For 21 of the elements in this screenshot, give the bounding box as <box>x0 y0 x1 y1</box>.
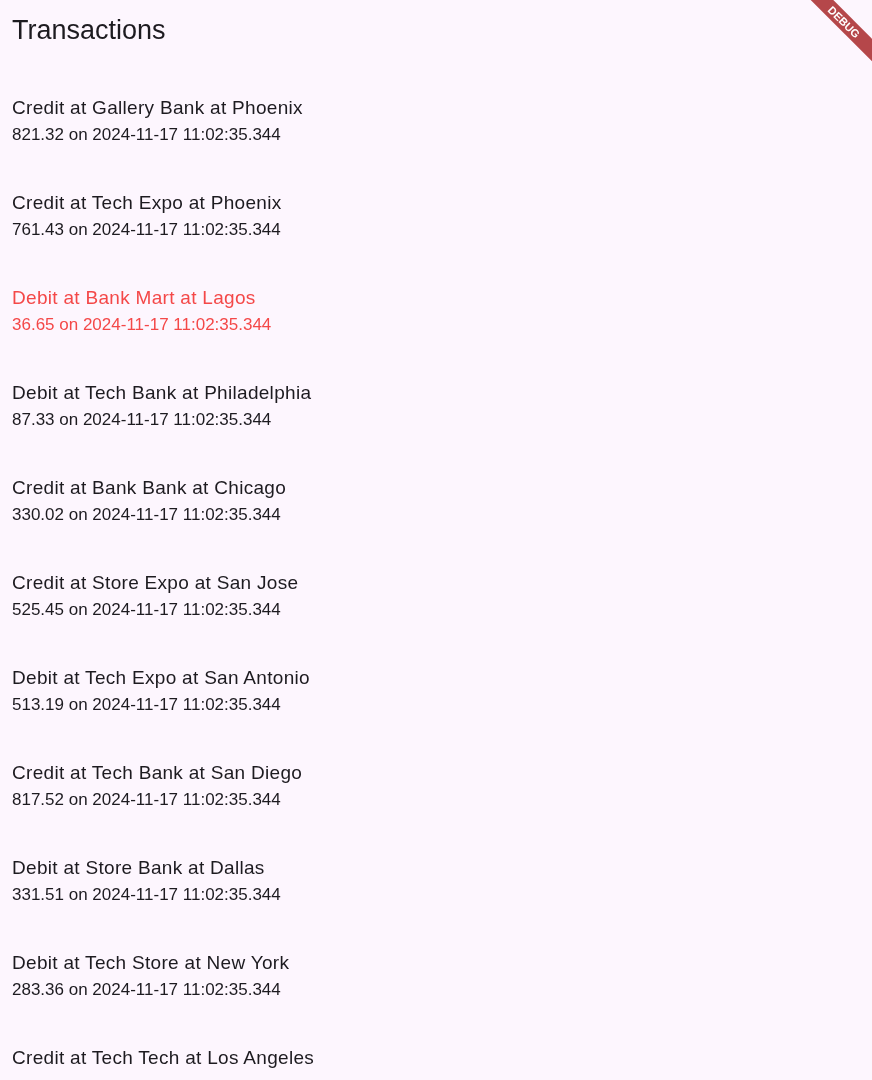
transaction-subtitle: 36.65 on 2024-11-17 11:02:35.344 <box>12 314 272 336</box>
transaction-subtitle: 821.32 on 2024-11-17 11:02:35.344 <box>12 124 281 146</box>
transaction-subtitle: 331.51 on 2024-11-17 11:02:35.344 <box>12 884 281 906</box>
transaction-subtitle: 513.19 on 2024-11-17 11:02:35.344 <box>12 694 281 716</box>
transaction-subtitle: 330.02 on 2024-11-17 11:02:35.344 <box>12 504 281 526</box>
app-bar-title: Transactions <box>12 14 166 47</box>
transaction-subtitle: 87.33 on 2024-11-17 11:02:35.344 <box>12 409 272 431</box>
transaction-title[interactable]: Credit at Gallery Bank at Phoenix <box>12 94 303 122</box>
transaction-title[interactable]: Debit at Tech Bank at Philadelphia <box>12 379 312 407</box>
transaction-subtitle: 525.45 on 2024-11-17 11:02:35.344 <box>12 599 281 621</box>
transaction-title[interactable]: Credit at Tech Tech at Los Angeles <box>12 1044 315 1072</box>
transaction-title[interactable]: Credit at Tech Expo at Phoenix <box>12 189 282 217</box>
transaction-subtitle: 283.36 on 2024-11-17 11:02:35.344 <box>12 979 281 1001</box>
transaction-title[interactable]: Credit at Store Expo at San Jose <box>12 569 299 597</box>
transaction-title[interactable]: Debit at Store Bank at Dallas <box>12 854 265 882</box>
transaction-title[interactable]: Debit at Tech Store at New York <box>12 949 290 977</box>
transaction-title[interactable]: Credit at Bank Bank at Chicago <box>12 474 287 502</box>
transaction-subtitle: 817.52 on 2024-11-17 11:02:35.344 <box>12 789 281 811</box>
transaction-title[interactable]: Credit at Tech Bank at San Diego <box>12 759 303 787</box>
transaction-title[interactable]: Debit at Tech Expo at San Antonio <box>12 664 310 692</box>
transaction-subtitle: 761.43 on 2024-11-17 11:02:35.344 <box>12 219 281 241</box>
